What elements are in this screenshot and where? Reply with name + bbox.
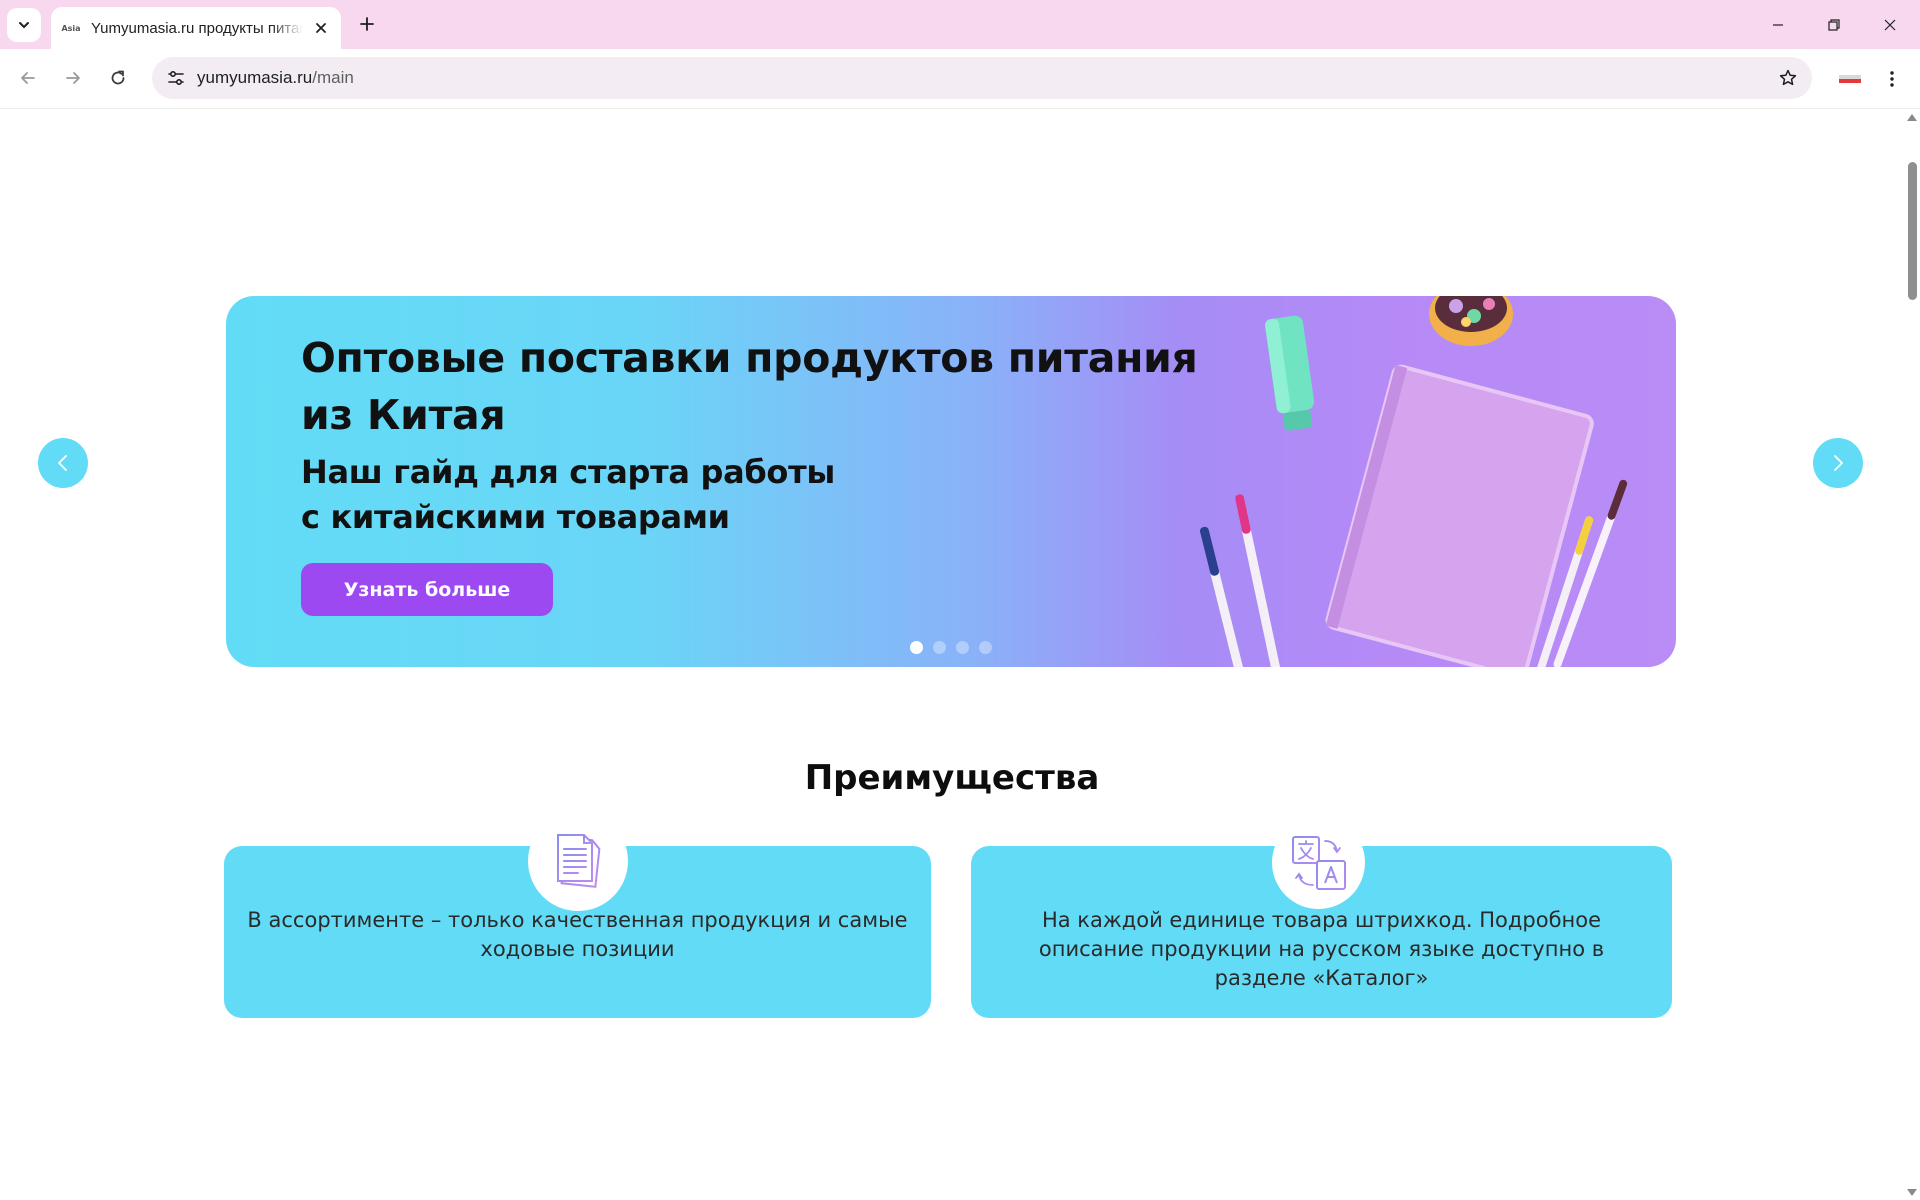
arrow-left-icon	[21, 72, 35, 84]
carousel-prev-button[interactable]	[38, 438, 88, 488]
carousel-dot[interactable]	[956, 641, 969, 654]
advantages-heading: Преимущества	[804, 758, 1100, 798]
close-window-button[interactable]	[1862, 0, 1918, 49]
new-tab-button[interactable]	[353, 10, 381, 38]
restore-button[interactable]	[1806, 0, 1862, 49]
carousel-dot[interactable]	[910, 641, 923, 654]
extension-button[interactable]	[1834, 63, 1866, 95]
close-icon	[1884, 19, 1896, 30]
chevron-right-icon	[1834, 455, 1843, 471]
stationery-illustration	[1199, 296, 1628, 667]
site-favicon-icon: Asia	[61, 23, 81, 33]
page-scrollbar[interactable]	[1904, 110, 1920, 1200]
minimize-icon	[1773, 23, 1783, 26]
carousel-next-button[interactable]	[1813, 438, 1863, 488]
url-path: /main	[312, 68, 354, 87]
hero-banner[interactable]: Оптовые поставки продуктов питания из Ки…	[226, 296, 1676, 667]
browser-toolbar: yumyumasia.ru/main	[0, 49, 1920, 109]
page-viewport: Оптовые поставки продуктов питания из Ки…	[0, 110, 1920, 1200]
learn-more-button[interactable]: Узнать больше	[301, 563, 553, 616]
scroll-down-arrow-icon[interactable]	[1907, 1189, 1917, 1196]
hero-subtitle: Наш гайд для старта работы с китайскими …	[301, 453, 835, 536]
address-bar[interactable]: yumyumasia.ru/main	[152, 57, 1812, 99]
scrollbar-thumb[interactable]	[1908, 162, 1917, 300]
hero-title: Оптовые поставки продуктов питания из Ки…	[301, 334, 1198, 439]
carousel-dots	[910, 641, 992, 654]
tab-close-button[interactable]	[311, 18, 331, 38]
plus-icon	[360, 17, 374, 31]
tune-icon	[168, 70, 184, 86]
reload-icon	[111, 70, 125, 85]
flag-icon	[1839, 75, 1861, 83]
tab-strip: Asia Yumyumasia.ru продукты питания	[0, 0, 1920, 49]
chevron-down-icon	[19, 22, 29, 29]
active-tab[interactable]: Asia Yumyumasia.ru продукты питания	[51, 7, 341, 49]
restore-icon	[1828, 18, 1840, 31]
arrow-right-icon	[66, 72, 80, 84]
minimize-button[interactable]	[1750, 0, 1806, 49]
close-icon	[316, 23, 326, 33]
forward-button[interactable]	[56, 61, 90, 95]
tab-search-button[interactable]	[7, 8, 41, 42]
reload-button[interactable]	[101, 61, 135, 95]
url-host: yumyumasia.ru	[197, 68, 313, 87]
carousel-dot[interactable]	[979, 641, 992, 654]
translate-icon	[1291, 835, 1346, 890]
site-info-button[interactable]	[160, 62, 192, 94]
advantage-text: На каждой единице товара штрихкод. Подро…	[1038, 908, 1605, 990]
bookmark-button[interactable]	[1772, 62, 1804, 94]
tab-title: Yumyumasia.ru продукты питания	[91, 19, 303, 37]
scroll-up-arrow-icon[interactable]	[1907, 114, 1917, 121]
advantage-text: В ассортименте – только качественная про…	[247, 908, 908, 961]
browser-menu-button[interactable]	[1876, 63, 1908, 95]
document-icon	[557, 834, 601, 888]
more-vertical-icon	[1890, 71, 1894, 87]
advantage-badge	[528, 811, 628, 911]
back-button[interactable]	[11, 61, 45, 95]
url-text: yumyumasia.ru/main	[197, 68, 354, 88]
star-icon	[1779, 69, 1797, 86]
advantage-badge	[1272, 816, 1365, 909]
carousel-dot[interactable]	[933, 641, 946, 654]
chevron-left-icon	[58, 455, 67, 471]
